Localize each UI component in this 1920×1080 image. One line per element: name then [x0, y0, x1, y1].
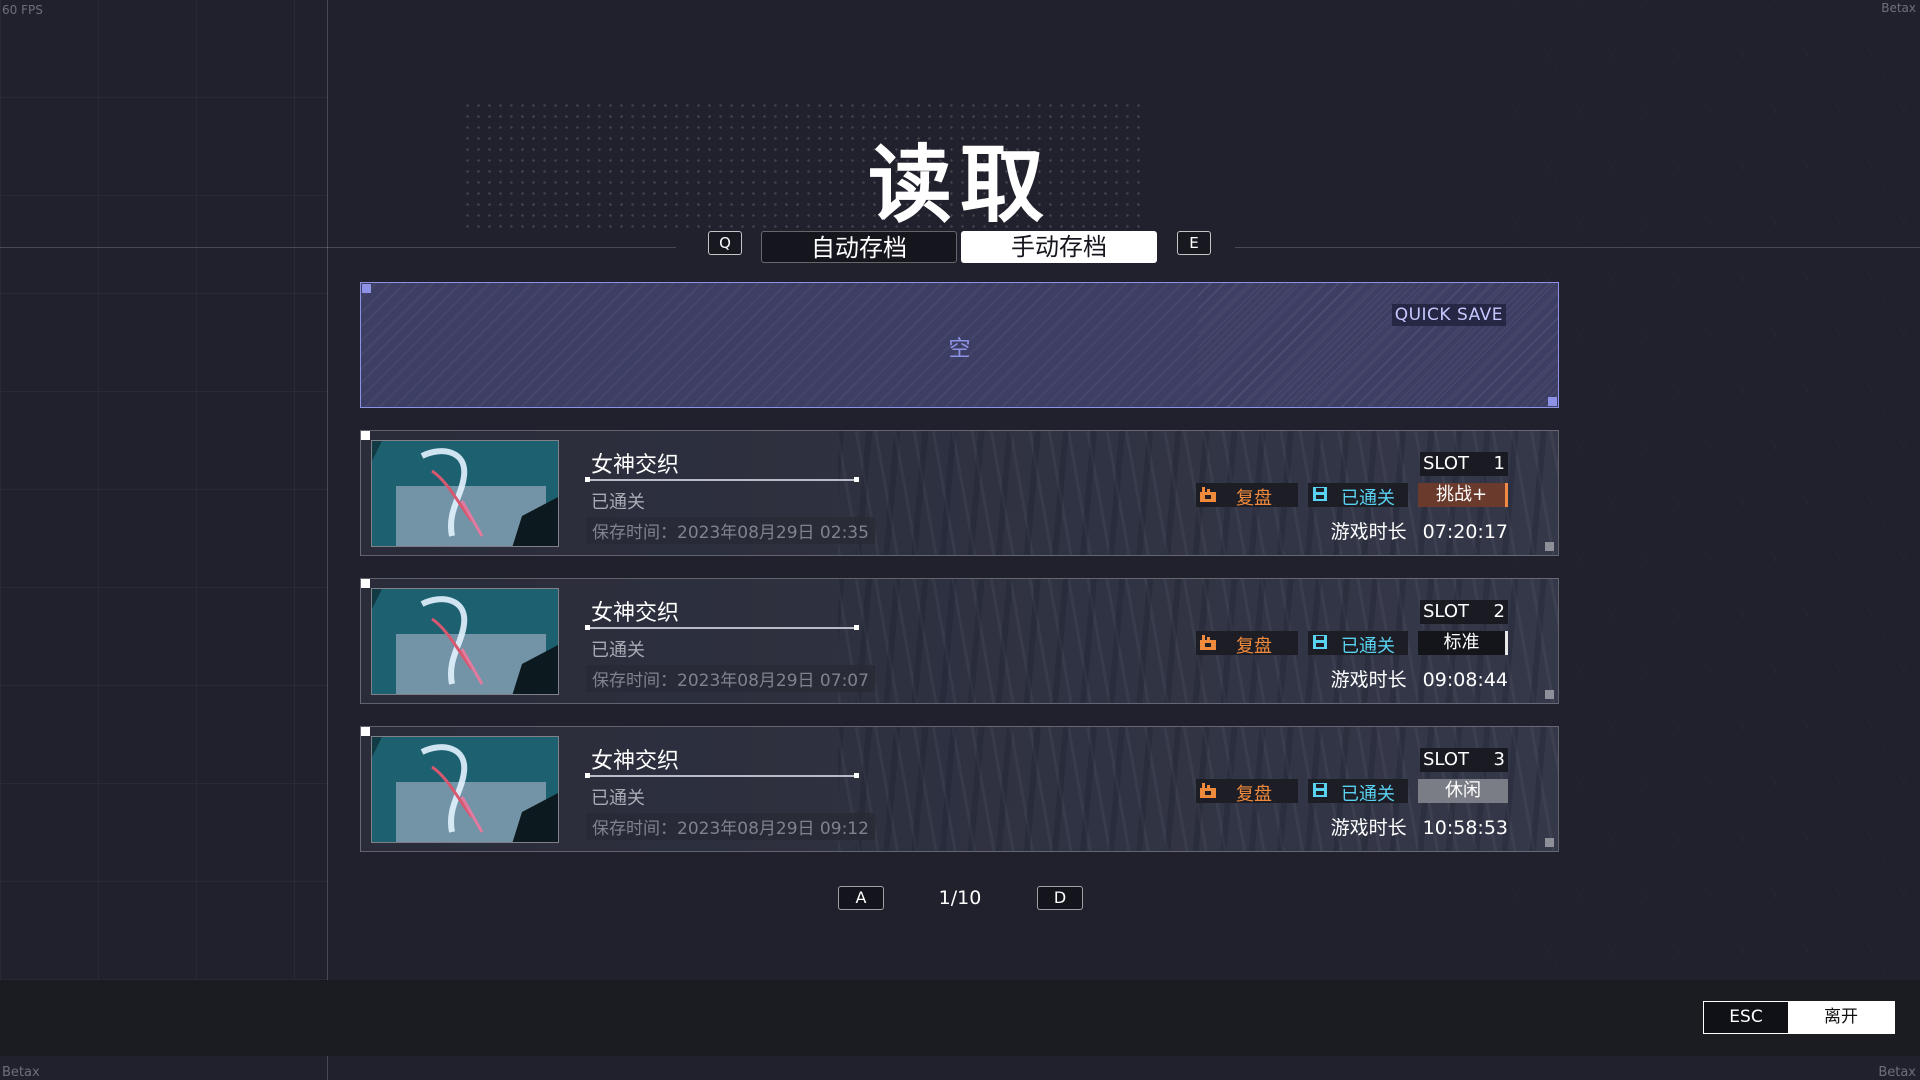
quick-save-corner-mark — [1548, 397, 1557, 406]
fps-counter: 60 FPS — [2, 3, 43, 17]
replay-button[interactable]: 复盘 — [1196, 779, 1298, 805]
slot-corner-mark — [361, 727, 370, 736]
difficulty-badge: 标准 — [1418, 631, 1508, 655]
quick-save-label: QUICK SAVE — [1391, 304, 1506, 326]
cleared-badge: 已通关 — [1308, 631, 1408, 657]
slot-corner-mark — [1545, 690, 1554, 699]
playtime: 游戏时长 10:58:53 — [1331, 813, 1508, 840]
save-slot-2[interactable]: 女神交织 已通关 保存时间：2023年08月29日 07:07 SLOT 2 复… — [360, 578, 1559, 704]
bottom-bar — [0, 980, 1920, 1056]
game-status: 已通关 — [591, 788, 645, 809]
game-name: 女神交织 — [591, 453, 680, 478]
difficulty-badge: 休闲 — [1418, 779, 1508, 803]
difficulty-badge: 挑战+ — [1418, 483, 1508, 507]
save-thumbnail — [371, 736, 559, 843]
next-tab-key-hint[interactable]: E — [1177, 231, 1211, 255]
save-thumbnail — [371, 440, 559, 547]
cleared-label: 已通关 — [1341, 784, 1395, 805]
slot-label: SLOT — [1423, 601, 1469, 622]
replay-label: 复盘 — [1236, 488, 1272, 509]
watermark-bottom-right: Betax — [1878, 1065, 1916, 1080]
tab-auto-save[interactable]: 自动存档 — [761, 231, 957, 263]
save-slot-1[interactable]: 女神交织 已通关 保存时间：2023年08月29日 02:35 SLOT 1 复… — [360, 430, 1559, 556]
slot-number: 1 — [1493, 453, 1505, 474]
prev-tab-key-hint[interactable]: Q — [708, 231, 742, 255]
playtime-label: 游戏时长 — [1330, 669, 1407, 691]
slot-number-badge: SLOT 3 — [1420, 748, 1508, 772]
save-time: 保存时间：2023年08月29日 07:07 — [586, 665, 875, 692]
replay-icon — [1199, 485, 1217, 508]
cleared-label: 已通关 — [1341, 488, 1395, 509]
replay-label: 复盘 — [1236, 636, 1272, 657]
name-underline — [585, 625, 859, 630]
slot-corner-mark — [1545, 542, 1554, 551]
playtime-label: 游戏时长 — [1330, 817, 1407, 839]
name-underline — [585, 773, 859, 778]
cleared-label: 已通关 — [1341, 636, 1395, 657]
slot-corner-mark — [1545, 838, 1554, 847]
replay-icon — [1199, 781, 1217, 804]
slot-number: 3 — [1493, 749, 1505, 770]
slot-number: 2 — [1493, 601, 1505, 622]
save-slot-3[interactable]: 女神交织 已通关 保存时间：2023年08月29日 09:12 SLOT 3 复… — [360, 726, 1559, 852]
slot-label: SLOT — [1423, 749, 1469, 770]
game-status: 已通关 — [591, 492, 645, 513]
esc-key-hint: ESC — [1704, 1002, 1788, 1033]
save-thumbnail — [371, 588, 559, 695]
playtime-value: 07:20:17 — [1422, 521, 1508, 543]
save-time: 保存时间：2023年08月29日 09:12 — [586, 813, 875, 840]
watermark-top-right: Betax — [1881, 1, 1916, 15]
save-disk-icon — [1311, 485, 1329, 508]
playtime: 游戏时长 07:20:17 — [1331, 517, 1508, 544]
playtime-value: 09:08:44 — [1422, 669, 1508, 691]
playtime-value: 10:58:53 — [1422, 817, 1508, 839]
name-underline — [585, 477, 859, 482]
tab-manual-save[interactable]: 手动存档 — [961, 231, 1157, 263]
next-page-button[interactable]: D — [1037, 886, 1083, 910]
slot-number-badge: SLOT 2 — [1420, 600, 1508, 624]
cleared-badge: 已通关 — [1308, 483, 1408, 509]
replay-button[interactable]: 复盘 — [1196, 483, 1298, 509]
playtime-label: 游戏时长 — [1330, 521, 1407, 543]
quick-save-slot[interactable]: 空 QUICK SAVE — [360, 282, 1559, 408]
quick-save-empty-text: 空 — [948, 337, 971, 362]
slot-corner-mark — [361, 579, 370, 588]
leave-label: 离开 — [1788, 1002, 1894, 1033]
leave-button[interactable]: ESC 离开 — [1703, 1001, 1895, 1034]
page-indicator: 1/10 — [938, 887, 982, 909]
game-name: 女神交织 — [591, 749, 680, 774]
save-type-tabs: Q 自动存档 手动存档 E — [0, 231, 1920, 265]
slot-number-badge: SLOT 1 — [1420, 452, 1508, 476]
slot-label: SLOT — [1423, 453, 1469, 474]
slot-corner-mark — [361, 431, 370, 440]
game-name: 女神交织 — [591, 601, 680, 626]
cleared-badge: 已通关 — [1308, 779, 1408, 805]
replay-label: 复盘 — [1236, 784, 1272, 805]
quick-save-corner-mark — [362, 284, 371, 293]
game-status: 已通关 — [591, 640, 645, 661]
watermark-bottom-left: Betax — [2, 1065, 40, 1080]
save-disk-icon — [1311, 633, 1329, 656]
save-time: 保存时间：2023年08月29日 02:35 — [586, 517, 875, 544]
pagination: A 1/10 D — [0, 886, 1920, 912]
playtime: 游戏时长 09:08:44 — [1331, 665, 1508, 692]
page-title: 读取 — [867, 136, 1052, 234]
replay-icon — [1199, 633, 1217, 656]
save-disk-icon — [1311, 781, 1329, 804]
replay-button[interactable]: 复盘 — [1196, 631, 1298, 657]
